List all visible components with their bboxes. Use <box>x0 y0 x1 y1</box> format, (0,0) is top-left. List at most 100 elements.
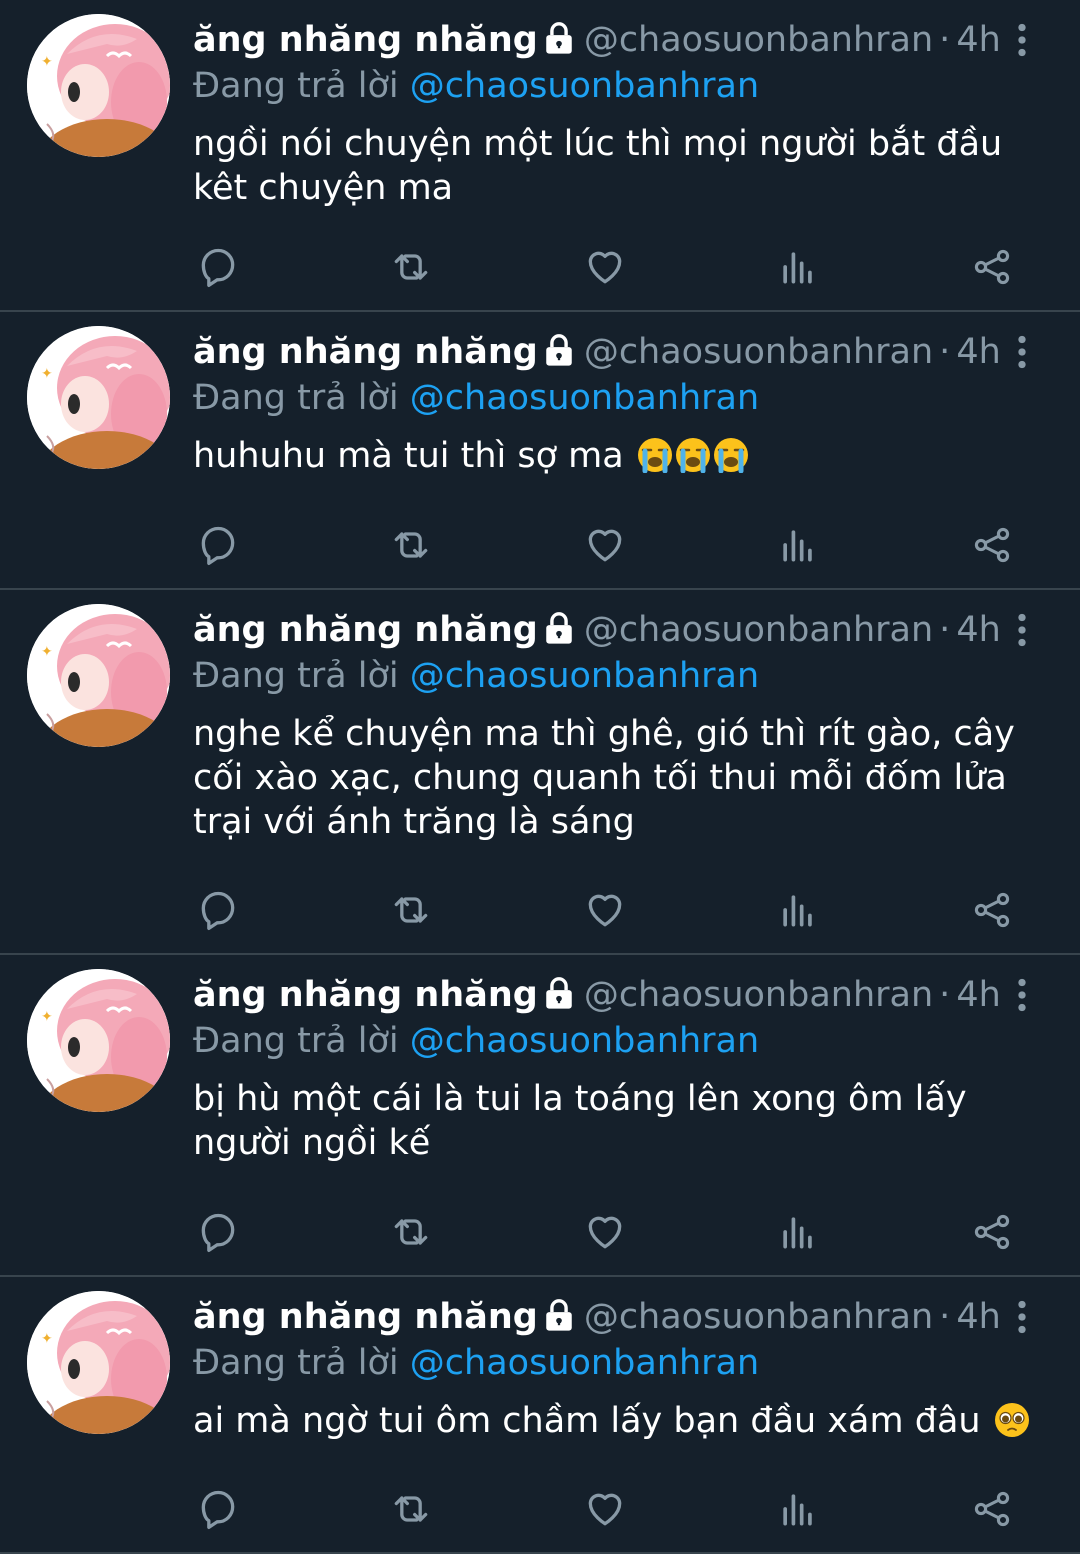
reply-icon[interactable] <box>193 1207 243 1257</box>
separator-dot: · <box>939 1297 951 1337</box>
reply-icon[interactable] <box>193 885 243 935</box>
tweet-actions <box>193 1207 1040 1257</box>
heart-icon[interactable] <box>580 1207 630 1257</box>
replying-prefix: Đang trả lời <box>193 656 399 696</box>
analytics-icon[interactable] <box>773 1207 823 1257</box>
tweet-text: huhuhu mà tui thì sợ ma <box>193 434 1043 478</box>
replying-to: Đang trả lời @chaosuonbanhran <box>193 376 759 420</box>
tweet-text-body: ai mà ngờ tui ôm chầm lấy bạn đầu xám đâ… <box>193 1401 981 1441</box>
tweet-text-body: nghe kể chuyện ma thì ghê, gió thì rít g… <box>193 714 1015 842</box>
share-icon[interactable] <box>967 1207 1017 1257</box>
reply-icon[interactable] <box>193 520 243 570</box>
display-name[interactable]: ăng nhăng nhăng <box>193 20 538 60</box>
analytics-icon[interactable] <box>773 520 823 570</box>
more-vertical-icon[interactable] <box>1002 332 1042 372</box>
more-vertical-icon[interactable] <box>1002 1297 1042 1337</box>
avatar[interactable] <box>27 969 170 1112</box>
reply-mention-link[interactable]: @chaosuonbanhran <box>410 378 759 418</box>
reply-mention-link[interactable]: @chaosuonbanhran <box>410 1021 759 1061</box>
tweet-header: ăng nhăng nhăng @chaosuonbanhran · 4h <box>193 608 1001 656</box>
username[interactable]: @chaosuonbanhran <box>584 610 933 650</box>
tweet[interactable]: ăng nhăng nhăng @chaosuonbanhran · 4h Đang … <box>0 590 1080 955</box>
heart-icon[interactable] <box>580 1484 630 1534</box>
avatar[interactable] <box>27 1291 170 1434</box>
reply-icon[interactable] <box>193 242 243 292</box>
pleading-face-emoji <box>994 1402 1030 1438</box>
replying-to: Đang trả lời @chaosuonbanhran <box>193 654 759 698</box>
analytics-icon[interactable] <box>773 242 823 292</box>
separator-dot: · <box>939 610 951 650</box>
retweet-icon[interactable] <box>386 242 436 292</box>
tweet[interactable]: ăng nhăng nhăng @chaosuonbanhran · 4h Đang … <box>0 312 1080 590</box>
tweet[interactable]: ăng nhăng nhăng @chaosuonbanhran · 4h Đang … <box>0 1277 1080 1554</box>
tweet-text-body: bị hù một cái là tui la toáng lên xong ô… <box>193 1079 967 1163</box>
timestamp[interactable]: 4h <box>956 1297 1000 1337</box>
avatar[interactable] <box>27 326 170 469</box>
more-vertical-icon[interactable] <box>1002 610 1042 650</box>
tweet-text: nghe kể chuyện ma thì ghê, gió thì rít g… <box>193 712 1043 844</box>
replying-to: Đang trả lời @chaosuonbanhran <box>193 1341 759 1385</box>
reply-mention-link[interactable]: @chaosuonbanhran <box>410 656 759 696</box>
tweet-actions <box>193 242 1040 292</box>
display-name[interactable]: ăng nhăng nhăng <box>193 975 538 1015</box>
separator-dot: · <box>939 332 951 372</box>
lock-icon <box>542 1298 576 1343</box>
tweet-header: ăng nhăng nhăng @chaosuonbanhran · 4h <box>193 330 1001 378</box>
lock-icon <box>542 611 576 656</box>
analytics-icon[interactable] <box>773 1484 823 1534</box>
tweet-text-body: huhuhu mà tui thì sợ ma <box>193 436 624 476</box>
tweet-header: ăng nhăng nhăng @chaosuonbanhran · 4h <box>193 1295 1001 1343</box>
share-icon[interactable] <box>967 520 1017 570</box>
tweet[interactable]: ăng nhăng nhăng @chaosuonbanhran · 4h Đang … <box>0 0 1080 312</box>
reply-mention-link[interactable]: @chaosuonbanhran <box>410 66 759 106</box>
replying-to: Đang trả lời @chaosuonbanhran <box>193 1019 759 1063</box>
lock-icon <box>542 21 576 66</box>
avatar[interactable] <box>27 604 170 747</box>
tweet-text: ai mà ngờ tui ôm chầm lấy bạn đầu xám đâ… <box>193 1399 1043 1443</box>
tweet-text: bị hù một cái là tui la toáng lên xong ô… <box>193 1077 1043 1165</box>
timestamp[interactable]: 4h <box>956 332 1000 372</box>
replying-prefix: Đang trả lời <box>193 1343 399 1383</box>
username[interactable]: @chaosuonbanhran <box>584 20 933 60</box>
tweet-text-body: ngồi nói chuyện một lúc thì mọi người bắ… <box>193 124 1003 208</box>
replying-prefix: Đang trả lời <box>193 378 399 418</box>
tweet-actions <box>193 520 1040 570</box>
display-name[interactable]: ăng nhăng nhăng <box>193 610 538 650</box>
username[interactable]: @chaosuonbanhran <box>584 1297 933 1337</box>
avatar[interactable] <box>27 14 170 157</box>
tweet-actions <box>193 885 1040 935</box>
separator-dot: · <box>939 975 951 1015</box>
display-name[interactable]: ăng nhăng nhăng <box>193 1297 538 1337</box>
analytics-icon[interactable] <box>773 885 823 935</box>
loudly-crying-face-emoji <box>637 437 673 474</box>
replying-prefix: Đang trả lời <box>193 1021 399 1061</box>
reply-icon[interactable] <box>193 1484 243 1534</box>
retweet-icon[interactable] <box>386 520 436 570</box>
tweet-header: ăng nhăng nhăng @chaosuonbanhran · 4h <box>193 973 1001 1021</box>
heart-icon[interactable] <box>580 242 630 292</box>
retweet-icon[interactable] <box>386 1484 436 1534</box>
timestamp[interactable]: 4h <box>956 20 1000 60</box>
retweet-icon[interactable] <box>386 885 436 935</box>
share-icon[interactable] <box>967 242 1017 292</box>
username[interactable]: @chaosuonbanhran <box>584 332 933 372</box>
share-icon[interactable] <box>967 1484 1017 1534</box>
retweet-icon[interactable] <box>386 1207 436 1257</box>
timestamp[interactable]: 4h <box>956 975 1000 1015</box>
more-vertical-icon[interactable] <box>1002 20 1042 60</box>
username[interactable]: @chaosuonbanhran <box>584 975 933 1015</box>
timestamp[interactable]: 4h <box>956 610 1000 650</box>
replying-to: Đang trả lời @chaosuonbanhran <box>193 64 759 108</box>
heart-icon[interactable] <box>580 885 630 935</box>
tweet[interactable]: ăng nhăng nhăng @chaosuonbanhran · 4h Đang … <box>0 955 1080 1277</box>
tweet-text: ngồi nói chuyện một lúc thì mọi người bắ… <box>193 122 1043 210</box>
display-name[interactable]: ăng nhăng nhăng <box>193 332 538 372</box>
tweet-header: ăng nhăng nhăng @chaosuonbanhran · 4h <box>193 18 1001 66</box>
reply-mention-link[interactable]: @chaosuonbanhran <box>410 1343 759 1383</box>
separator-dot: · <box>939 20 951 60</box>
more-vertical-icon[interactable] <box>1002 975 1042 1015</box>
loudly-crying-face-emoji <box>675 437 711 474</box>
heart-icon[interactable] <box>580 520 630 570</box>
timeline: ăng nhăng nhăng @chaosuonbanhran · 4h Đang … <box>0 0 1080 1554</box>
share-icon[interactable] <box>967 885 1017 935</box>
